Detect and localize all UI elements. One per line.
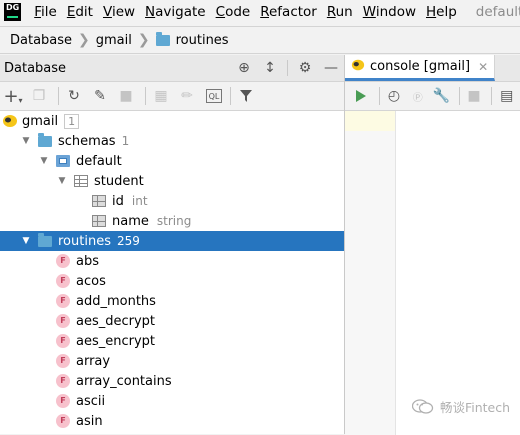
- menu-view[interactable]: View: [98, 0, 140, 24]
- editor-tabs: console [gmail] ✕: [345, 55, 520, 82]
- datasource-icon: [2, 114, 17, 128]
- tree-node-function[interactable]: F asin: [0, 411, 344, 431]
- stop-icon[interactable]: ■: [115, 85, 137, 107]
- column-icon: [92, 195, 106, 207]
- menu-navigate[interactable]: Navigate: [140, 0, 211, 24]
- schema-icon: [56, 155, 70, 167]
- divider: [491, 87, 493, 105]
- sql-editor[interactable]: [396, 111, 520, 435]
- menu-code[interactable]: Code: [211, 0, 256, 24]
- tree-node-student[interactable]: ▼ student: [0, 171, 344, 191]
- table-icon: [74, 175, 88, 187]
- minimize-icon[interactable]: —: [318, 60, 344, 76]
- breadcrumb-routines[interactable]: routines: [155, 31, 229, 48]
- tree-node-routines[interactable]: ▼ routines 259: [0, 231, 344, 251]
- table-editor-icon[interactable]: ▦: [150, 85, 172, 107]
- folder-icon: [38, 132, 52, 147]
- refresh-icon[interactable]: ↻: [63, 85, 85, 107]
- function-icon: F: [56, 414, 70, 428]
- column-icon: [92, 215, 106, 227]
- breadcrumb-gmail[interactable]: gmail: [96, 33, 132, 48]
- breadcrumb-database[interactable]: Database: [10, 33, 72, 48]
- function-icon: F: [56, 354, 70, 368]
- pin-icon[interactable]: Ⓟ: [407, 85, 428, 107]
- filter-icon[interactable]: [235, 85, 257, 107]
- tree-node-function[interactable]: F array: [0, 351, 344, 371]
- ddl-icon[interactable]: QL: [206, 89, 222, 103]
- divider: [145, 87, 146, 105]
- editor-toolbar: ◴ Ⓟ 🔧 ■ ▤: [345, 82, 520, 111]
- breadcrumb: Database ❯ gmail ❯ routines: [0, 26, 520, 54]
- copy-icon[interactable]: ❐: [28, 85, 50, 107]
- function-icon: F: [56, 274, 70, 288]
- expand-arrow-icon[interactable]: ▼: [38, 156, 50, 166]
- breadcrumb-separator-icon: ❯: [78, 32, 90, 48]
- folder-icon: [38, 232, 52, 247]
- tree-node-function[interactable]: F acos: [0, 271, 344, 291]
- tree-node-function[interactable]: F abs: [0, 251, 344, 271]
- tree-node-function[interactable]: F add_months: [0, 291, 344, 311]
- current-line-highlight: [345, 111, 395, 131]
- properties-icon[interactable]: ✎: [89, 85, 111, 107]
- tree-node-function[interactable]: F array_contains: [0, 371, 344, 391]
- console-icon: [351, 58, 365, 76]
- history-icon[interactable]: ◴: [384, 85, 405, 107]
- database-panel-header: Database ⊕ ↕ ⚙ —: [0, 55, 344, 82]
- database-panel-title: Database: [4, 60, 67, 76]
- database-tree: gmail 1 ▼ schemas 1 ▼ default ▼ student …: [0, 111, 344, 431]
- stop-icon[interactable]: ■: [464, 85, 485, 107]
- editor-area: console [gmail] ✕ ◴ Ⓟ 🔧 ■ ▤: [345, 55, 520, 435]
- watermark: 畅谈Fintech: [411, 397, 510, 416]
- close-icon[interactable]: ✕: [478, 60, 488, 74]
- tab-label: console [gmail]: [370, 59, 471, 74]
- tree-node-gmail[interactable]: gmail 1: [0, 111, 344, 131]
- menu-refactor[interactable]: Refactor: [255, 0, 322, 24]
- table-icon[interactable]: ▤: [496, 85, 517, 107]
- function-icon: F: [56, 334, 70, 348]
- datagrip-logo-icon: DG: [4, 3, 22, 21]
- tree-node-function[interactable]: F aes_decrypt: [0, 311, 344, 331]
- menu-edit[interactable]: Edit: [62, 0, 98, 24]
- function-icon: F: [56, 374, 70, 388]
- divider: [378, 87, 380, 105]
- divider: [230, 87, 231, 105]
- run-icon[interactable]: [351, 85, 372, 107]
- menu-run[interactable]: Run: [322, 0, 358, 24]
- expand-arrow-icon[interactable]: ▼: [56, 176, 68, 186]
- tree-node-column-id[interactable]: id int: [0, 191, 344, 211]
- tab-console-gmail[interactable]: console [gmail] ✕: [345, 55, 496, 81]
- tree-node-column-name[interactable]: name string: [0, 211, 344, 231]
- divider: [287, 60, 288, 76]
- tree-node-default[interactable]: ▼ default: [0, 151, 344, 171]
- menu-file[interactable]: File: [29, 0, 62, 24]
- breadcrumb-separator-icon: ❯: [137, 32, 150, 48]
- gear-icon[interactable]: ⚙: [292, 60, 318, 76]
- expand-arrow-icon[interactable]: ▼: [20, 236, 32, 246]
- tree-node-function[interactable]: F aes_encrypt: [0, 331, 344, 351]
- divider: [58, 87, 59, 105]
- menu-help[interactable]: Help: [421, 0, 462, 24]
- tree-node-function[interactable]: F ascii: [0, 391, 344, 411]
- edit-icon[interactable]: ✏: [176, 85, 198, 107]
- add-icon[interactable]: + ▾: [2, 85, 24, 107]
- function-icon: F: [56, 294, 70, 308]
- database-toolbar: + ▾ ❐ ↻ ✎ ■ ▦ ✏ QL: [0, 82, 344, 111]
- collapse-all-icon[interactable]: ↕: [257, 60, 283, 76]
- function-icon: F: [56, 394, 70, 408]
- menu-bar: DG File Edit View Navigate Code Refactor…: [0, 0, 520, 24]
- window-title: default - c: [475, 4, 520, 20]
- database-panel: Database ⊕ ↕ ⚙ — + ▾ ❐ ↻ ✎ ■ ▦ ✏ QL gmail…: [0, 55, 345, 434]
- editor-body: [345, 111, 520, 435]
- folder-icon: [155, 31, 170, 46]
- crosshair-icon[interactable]: ⊕: [231, 60, 257, 76]
- function-icon: F: [56, 254, 70, 268]
- wrench-icon[interactable]: 🔧: [431, 85, 452, 107]
- tree-node-schemas[interactable]: ▼ schemas 1: [0, 131, 344, 151]
- function-icon: F: [56, 314, 70, 328]
- wechat-logo-icon: [411, 398, 434, 415]
- divider: [458, 87, 460, 105]
- expand-arrow-icon[interactable]: ▼: [20, 136, 32, 146]
- editor-gutter: [345, 111, 396, 435]
- menu-window[interactable]: Window: [358, 0, 421, 24]
